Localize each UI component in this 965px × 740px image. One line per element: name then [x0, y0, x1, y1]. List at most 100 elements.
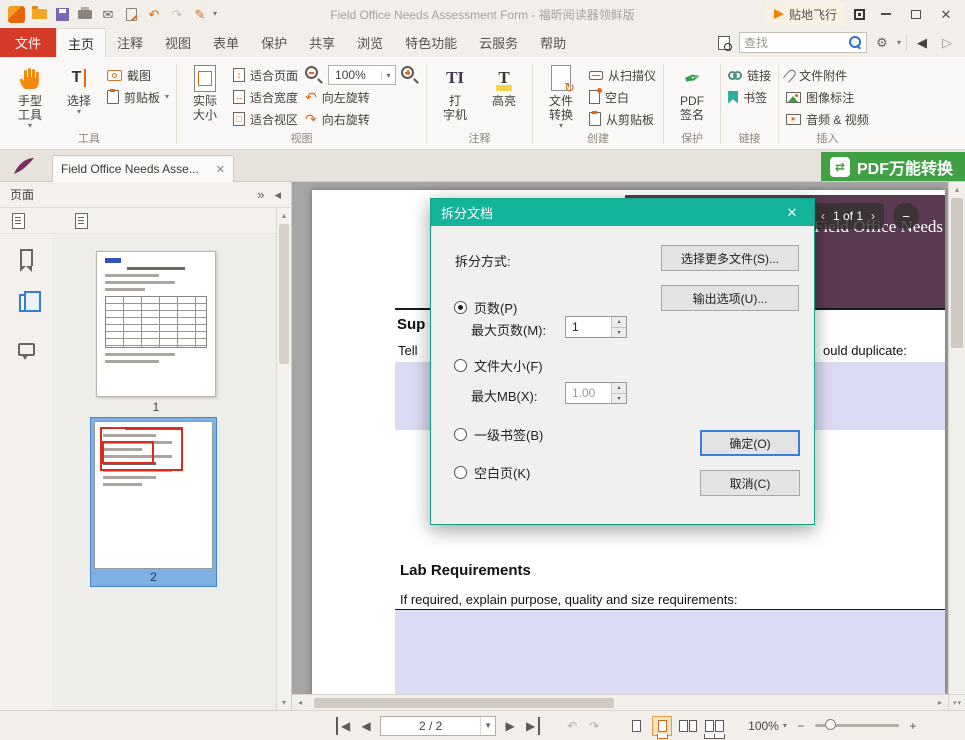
close-tab-icon[interactable]: ✕: [216, 163, 225, 176]
form-field[interactable]: [395, 610, 945, 694]
spin-down-icon[interactable]: ▾: [612, 327, 626, 338]
previous-page-button[interactable]: ◀: [358, 717, 374, 735]
find-page-icon[interactable]: [714, 33, 734, 53]
zoom-in-icon[interactable]: [401, 66, 419, 84]
tab-cloud[interactable]: 云服务: [468, 28, 529, 57]
zoom-out-button[interactable]: −: [793, 717, 809, 735]
actual-size-button[interactable]: 实际大小: [182, 62, 228, 123]
scroll-right-icon[interactable]: ▸: [932, 698, 948, 707]
scrollbar-thumb[interactable]: [951, 198, 963, 348]
quill-icon[interactable]: [12, 156, 36, 179]
tab-form[interactable]: 表单: [202, 28, 250, 57]
page-number-combo[interactable]: 2 / 2 ▼: [380, 716, 496, 736]
close-button[interactable]: ✕: [933, 3, 959, 25]
comments-panel-icon[interactable]: [14, 337, 38, 361]
gear-icon[interactable]: ⚙: [872, 33, 892, 53]
next-page-button[interactable]: ▶: [502, 717, 518, 735]
save-icon[interactable]: [52, 4, 72, 24]
radio-blank-page[interactable]: 空白页(K): [454, 463, 530, 482]
chevron-down-icon[interactable]: ▼: [480, 717, 495, 735]
continuous-view-button[interactable]: [652, 716, 672, 736]
maximize-button[interactable]: [903, 3, 929, 25]
pages-panel-icon[interactable]: [14, 291, 38, 315]
zoom-slider-handle[interactable]: [825, 719, 836, 730]
print-icon[interactable]: [75, 4, 95, 24]
scroll-down-icon[interactable]: ▾: [277, 698, 291, 707]
open-file-icon[interactable]: [29, 4, 49, 24]
ok-button[interactable]: 确定(O): [700, 430, 800, 456]
pencil-tool-icon[interactable]: ✎: [190, 4, 210, 24]
collapse-nav-popup-button[interactable]: −: [893, 203, 919, 229]
fit-width-button[interactable]: ↔ 适合宽度: [231, 87, 300, 107]
zoom-in-button[interactable]: +: [905, 717, 921, 735]
search-input[interactable]: [744, 36, 849, 50]
search-icon[interactable]: [849, 36, 862, 49]
bookmark-button[interactable]: 书签: [726, 87, 773, 107]
tab-view[interactable]: 视图: [154, 28, 202, 57]
collapse-ribbon-icon[interactable]: ◀: [912, 33, 932, 53]
scroll-up-icon[interactable]: ▴: [949, 185, 965, 194]
hand-tool-button[interactable]: 手型工具 ▾: [7, 62, 53, 131]
collapse-panel-icon[interactable]: ◂: [274, 188, 281, 201]
pdf-sign-button[interactable]: ✒ PDF签名: [669, 62, 715, 123]
minimize-button[interactable]: [873, 3, 899, 25]
chevron-down-icon[interactable]: ▾: [897, 39, 901, 47]
select-tool-button[interactable]: T 选择 ▾: [56, 62, 102, 117]
play-icon[interactable]: ▷: [937, 33, 957, 53]
tab-browse[interactable]: 浏览: [346, 28, 394, 57]
sidebar-scrollbar[interactable]: ▴ ▾: [276, 208, 291, 710]
document-tab[interactable]: Field Office Needs Asse... ✕: [52, 155, 234, 182]
file-convert-button[interactable]: ↻ 文件转换 ▾: [538, 62, 584, 131]
undo-icon[interactable]: ↶: [144, 4, 164, 24]
clipboard-button[interactable]: 剪贴板 ▾: [105, 87, 171, 107]
max-pages-value[interactable]: 1: [566, 317, 611, 337]
tab-features[interactable]: 特色功能: [394, 28, 468, 57]
screen-grid-icon[interactable]: [849, 4, 869, 24]
fit-page-button[interactable]: ↕ 适合页面: [231, 65, 300, 85]
tab-protect[interactable]: 保护: [250, 28, 298, 57]
typewriter-button[interactable]: TI 打字机: [432, 62, 478, 123]
radio-file-size[interactable]: 文件大小(F): [454, 356, 543, 375]
select-more-files-button[interactable]: 选择更多文件(S)...: [661, 245, 799, 271]
file-attachment-button[interactable]: 文件附件: [784, 65, 871, 85]
from-clipboard-button[interactable]: 从剪贴板: [587, 109, 658, 129]
zoom-out-icon[interactable]: [305, 66, 323, 84]
expand-panel-icon[interactable]: »: [257, 188, 264, 201]
cancel-button[interactable]: 取消(C): [700, 470, 800, 496]
dialog-titlebar[interactable]: 拆分文档 ✕: [431, 199, 814, 226]
fit-visible-button[interactable]: □ 适合视区: [231, 109, 300, 129]
facing-view-button[interactable]: [678, 716, 698, 736]
scroll-up-icon[interactable]: ▴: [277, 211, 291, 220]
snapshot-button[interactable]: 截图: [105, 65, 171, 85]
radio-pages[interactable]: 页数(P): [454, 298, 517, 317]
continuous-facing-view-button[interactable]: [704, 716, 724, 736]
audio-video-button[interactable]: ▸ 音频 & 视频: [784, 109, 871, 129]
single-page-view-button[interactable]: [626, 716, 646, 736]
pdf-convert-button[interactable]: ⇄ PDF万能转换: [821, 152, 965, 181]
plugin-button[interactable]: 贴地飞行: [766, 2, 845, 26]
link-button[interactable]: 链接: [726, 65, 773, 85]
zoom-level-combo[interactable]: 100% ▾: [748, 719, 787, 733]
page-options-icon[interactable]: [12, 213, 25, 229]
page-thumbnail-1[interactable]: [96, 251, 216, 397]
dialog-close-icon[interactable]: ✕: [780, 205, 804, 221]
from-scanner-button[interactable]: 从扫描仪: [587, 65, 658, 85]
zoom-slider[interactable]: [815, 724, 899, 727]
bookmarks-panel-icon[interactable]: [14, 245, 38, 269]
clipboard-edit-icon[interactable]: [121, 4, 141, 24]
output-options-button[interactable]: 输出选项(U)...: [661, 285, 799, 311]
page-thumbnail-2-selected[interactable]: 2: [90, 417, 217, 587]
tab-share[interactable]: 共享: [298, 28, 346, 57]
prev-page-icon[interactable]: ‹: [821, 209, 825, 223]
next-page-icon[interactable]: ›: [871, 209, 875, 223]
last-page-button[interactable]: ▶: [524, 717, 540, 735]
chevron-down-icon[interactable]: ▾: [213, 10, 217, 18]
rotate-right-button[interactable]: ↷ 向右旋转: [303, 109, 421, 129]
scrollbar-thumb[interactable]: [279, 224, 289, 364]
image-annotation-button[interactable]: 图像标注: [784, 87, 871, 107]
document-vertical-scrollbar[interactable]: ▴: [948, 182, 965, 694]
radio-top-bookmark[interactable]: 一级书签(B): [454, 425, 543, 444]
tab-home[interactable]: 主页: [56, 28, 106, 57]
blank-page-button[interactable]: 空白: [587, 87, 658, 107]
document-horizontal-scrollbar[interactable]: ◂ ▸: [292, 694, 948, 710]
